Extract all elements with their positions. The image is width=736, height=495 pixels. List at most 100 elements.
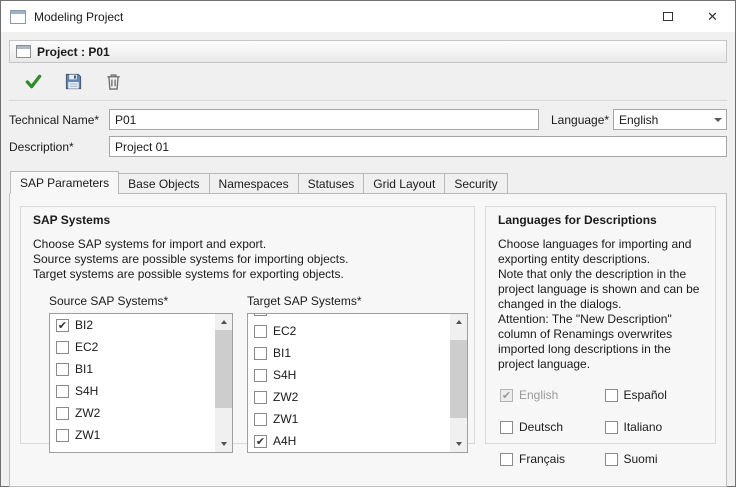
checkbox-label: Italiano <box>624 420 663 434</box>
project-icon <box>16 45 31 58</box>
checkbox-bi1[interactable] <box>56 363 69 376</box>
description-input[interactable] <box>109 136 727 157</box>
checkbox-français[interactable] <box>500 453 513 466</box>
tab-grid-layout[interactable]: Grid Layout <box>363 173 445 194</box>
list-item-english[interactable]: English <box>500 384 599 406</box>
checkbox-zw2[interactable] <box>254 391 267 404</box>
checkbox-deutsch[interactable] <box>500 421 513 434</box>
chevron-down-icon <box>714 118 722 122</box>
modeling-project-window: Modeling Project ✕ Project : P01 <box>0 0 736 487</box>
checkbox-a4h[interactable] <box>254 435 267 448</box>
validate-icon <box>24 72 43 91</box>
list-item-ec2[interactable]: EC2 <box>254 320 450 342</box>
list-item-italiano[interactable]: Italiano <box>605 416 704 438</box>
description-label: Description* <box>9 140 109 154</box>
checkbox-italiano[interactable] <box>605 421 618 434</box>
language-dropdown-button[interactable] <box>709 110 726 129</box>
target-systems-list: BI2 EC2 BI1 S4HZW2ZW1A4H <box>247 313 468 453</box>
dialog-client-area: Project : P01 <box>1 32 735 495</box>
checkbox-s4h[interactable] <box>254 369 267 382</box>
target-list-scrollbar[interactable] <box>450 314 467 452</box>
list-item-zw2[interactable]: ZW2 <box>56 402 215 424</box>
checkbox-zw1[interactable] <box>254 413 267 426</box>
checkbox-label: BI2 <box>273 313 291 316</box>
language-combobox[interactable]: English <box>613 109 727 130</box>
list-item-a4h[interactable]: A4H <box>254 430 450 452</box>
tab-statuses[interactable]: Statuses <box>298 173 365 194</box>
tab-security[interactable]: Security <box>444 173 507 194</box>
checkbox-español[interactable] <box>605 389 618 402</box>
tab-sap-parameters[interactable]: SAP Parameters <box>10 171 119 194</box>
checkbox-bi1[interactable] <box>254 347 267 360</box>
list-item-zw1[interactable]: ZW1 <box>254 408 450 430</box>
list-item-deutsch[interactable]: Deutsch <box>500 416 599 438</box>
checkbox-s4h[interactable] <box>56 385 69 398</box>
project-form: Technical Name* Language* English Descri… <box>9 101 727 163</box>
list-item-s4h[interactable]: S4H <box>56 380 215 402</box>
maximize-button[interactable] <box>645 1 690 32</box>
scroll-down-button[interactable] <box>450 436 467 452</box>
scroll-down-button[interactable] <box>215 436 232 452</box>
checkbox-suomi[interactable] <box>605 453 618 466</box>
checkbox-label: Deutsch <box>519 420 563 434</box>
source-systems-label: Source SAP Systems* <box>49 294 233 308</box>
technical-name-label: Technical Name* <box>9 113 109 127</box>
source-systems-list: BI2 EC2 BI1 S4H ZW2 ZW1 <box>49 313 233 453</box>
list-item-suomi[interactable]: Suomi <box>605 448 704 470</box>
list-item-español[interactable]: Español <box>605 384 704 406</box>
checkbox-ec2[interactable] <box>56 341 69 354</box>
list-item-s4h[interactable]: S4H <box>254 364 450 386</box>
project-header: Project : P01 <box>9 40 727 63</box>
tab-namespaces[interactable]: Namespaces <box>209 173 299 194</box>
list-item-zw2[interactable]: ZW2 <box>254 386 450 408</box>
validate-button[interactable] <box>21 70 45 94</box>
close-button[interactable]: ✕ <box>690 1 735 32</box>
lang-desc-line: Choose languages for importing and expor… <box>498 237 703 267</box>
scrollbar-track[interactable] <box>215 330 232 436</box>
scroll-up-button[interactable] <box>450 314 467 330</box>
checkbox-zw2[interactable] <box>56 407 69 420</box>
checkbox-label: Suomi <box>624 452 658 466</box>
checkbox-label: English <box>519 388 558 402</box>
checkbox-bi2[interactable] <box>56 319 69 332</box>
checkbox-label: S4H <box>75 384 98 398</box>
app-icon <box>10 10 26 24</box>
arrow-down-icon <box>221 442 227 446</box>
language-label: Language* <box>551 113 613 127</box>
delete-button[interactable] <box>101 70 125 94</box>
technical-name-row: Technical Name* Language* English <box>9 109 727 130</box>
checkbox-ec2[interactable] <box>254 325 267 338</box>
scrollbar-thumb[interactable] <box>450 340 467 418</box>
technical-name-input[interactable] <box>109 109 539 130</box>
save-button[interactable] <box>61 70 85 94</box>
list-item-bi1[interactable]: BI1 <box>56 358 215 380</box>
list-item-bi2[interactable]: BI2 <box>254 313 450 320</box>
target-systems-label: Target SAP Systems* <box>247 294 468 308</box>
list-item-ec2[interactable]: EC2 <box>56 336 215 358</box>
lang-desc-line: Note that only the description in the pr… <box>498 267 703 312</box>
sap-systems-title: SAP Systems <box>33 213 462 227</box>
list-item-bi1[interactable]: BI1 <box>254 342 450 364</box>
list-item-bi2[interactable]: BI2 <box>56 314 215 336</box>
description-row: Description* <box>9 136 727 157</box>
scroll-up-button[interactable] <box>215 314 232 330</box>
scrollbar-thumb[interactable] <box>215 330 232 408</box>
checkbox-label: BI1 <box>273 346 291 360</box>
scrollbar-track[interactable] <box>450 330 467 436</box>
tab-base-objects[interactable]: Base Objects <box>118 173 209 194</box>
sap-desc-line: Target systems are possible systems for … <box>33 267 462 282</box>
source-list-scrollbar[interactable] <box>215 314 232 452</box>
checkbox-label: BI2 <box>75 318 93 332</box>
checkbox-zw1[interactable] <box>56 429 69 442</box>
lang-desc-line: Attention: The "New Description" column … <box>498 312 703 372</box>
project-header-title: Project : P01 <box>37 45 110 59</box>
list-item-zw1[interactable]: ZW1 <box>56 424 215 446</box>
checkbox-label: BI1 <box>75 362 93 376</box>
list-item-français[interactable]: Français <box>500 448 599 470</box>
sap-systems-groupbox: SAP Systems Choose SAP systems for impor… <box>20 206 475 444</box>
window-title: Modeling Project <box>34 10 645 24</box>
toolbar <box>9 63 727 101</box>
checkbox-bi2[interactable] <box>254 313 267 316</box>
language-value: English <box>614 113 709 127</box>
checkbox-label: ZW1 <box>75 428 100 442</box>
